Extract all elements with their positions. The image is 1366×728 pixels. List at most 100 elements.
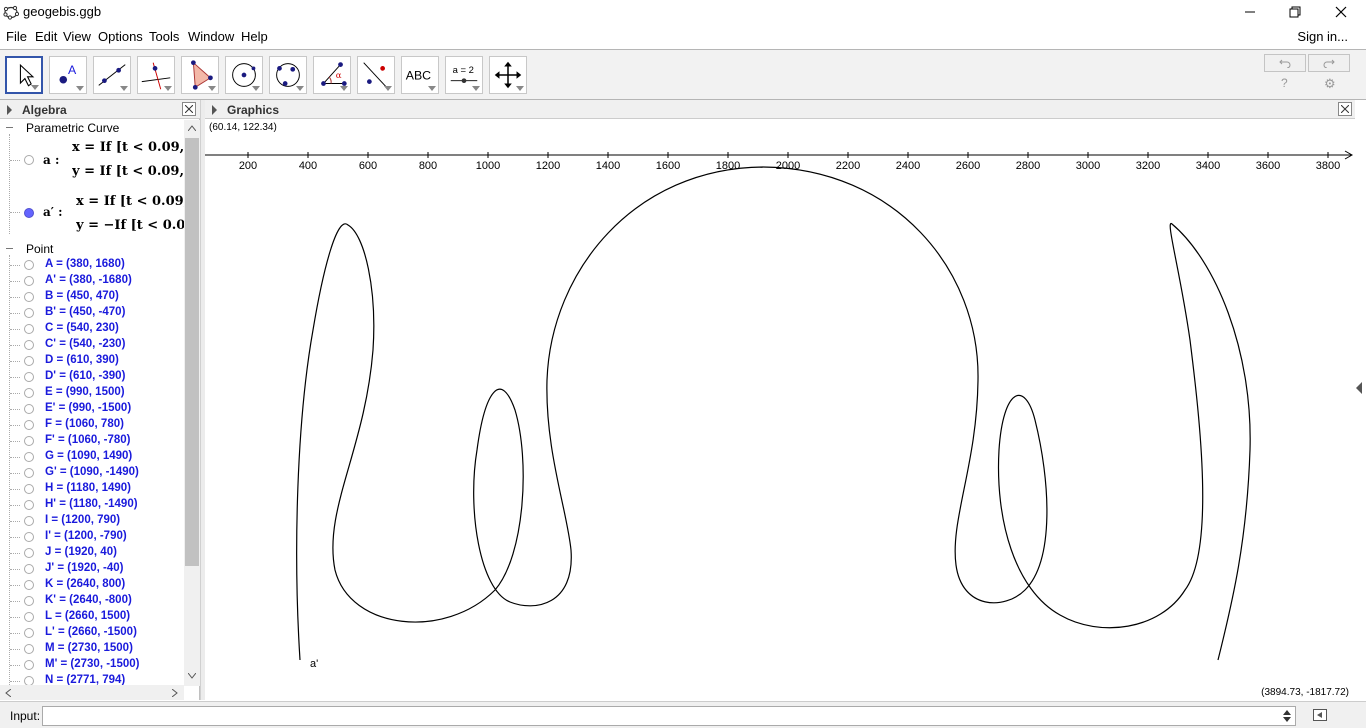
- perpendicular-tool-button[interactable]: [137, 56, 175, 94]
- list-item[interactable]: F' = (1060, -780): [0, 433, 184, 449]
- list-item[interactable]: K' = (2640, -800): [0, 593, 184, 609]
- help-icon[interactable]: ?: [1281, 76, 1288, 90]
- visibility-toggle[interactable]: [24, 155, 34, 165]
- collapse-icon[interactable]: [5, 244, 14, 253]
- list-item[interactable]: C = (540, 230): [0, 321, 184, 337]
- list-item[interactable]: D' = (610, -390): [0, 369, 184, 385]
- list-item[interactable]: E = (990, 1500): [0, 385, 184, 401]
- collapse-icon[interactable]: [5, 123, 14, 132]
- menu-file[interactable]: File: [6, 29, 27, 44]
- visibility-toggle[interactable]: [24, 292, 34, 302]
- visibility-toggle[interactable]: [24, 404, 34, 414]
- expand-arrow-icon[interactable]: [212, 105, 217, 115]
- graphics-panel[interactable]: Graphics (60.14, 122.34) 200 400 600 800 100…: [205, 100, 1355, 700]
- visibility-toggle[interactable]: [24, 596, 34, 606]
- visibility-toggle[interactable]: [24, 356, 34, 366]
- move-tool-button[interactable]: [5, 56, 43, 94]
- list-item[interactable]: I' = (1200, -790): [0, 529, 184, 545]
- circle-three-points-tool-button[interactable]: [269, 56, 307, 94]
- list-item[interactable]: G' = (1090, -1490): [0, 465, 184, 481]
- visibility-toggle[interactable]: [24, 208, 34, 218]
- group-point[interactable]: Point: [0, 241, 184, 257]
- visibility-toggle[interactable]: [24, 420, 34, 430]
- list-item[interactable]: J = (1920, 40): [0, 545, 184, 561]
- menu-edit[interactable]: Edit: [35, 29, 57, 44]
- list-item[interactable]: I = (1200, 790): [0, 513, 184, 529]
- visibility-toggle[interactable]: [24, 468, 34, 478]
- list-item[interactable]: B' = (450, -470): [0, 305, 184, 321]
- collapse-right-arrow-icon[interactable]: [1356, 382, 1362, 394]
- polygon-tool-button[interactable]: [181, 56, 219, 94]
- scroll-right-icon[interactable]: [172, 689, 178, 697]
- close-graphics-button[interactable]: [1338, 102, 1352, 116]
- visibility-toggle[interactable]: [24, 644, 34, 654]
- restore-button[interactable]: [1272, 0, 1318, 24]
- move-graphics-tool-button[interactable]: [489, 56, 527, 94]
- visibility-toggle[interactable]: [24, 484, 34, 494]
- curve-a-prime[interactable]: [296, 166, 1251, 661]
- visibility-toggle[interactable]: [24, 660, 34, 670]
- list-item[interactable]: C' = (540, -230): [0, 337, 184, 353]
- visibility-toggle[interactable]: [24, 548, 34, 558]
- slider-tool-button[interactable]: a = 2: [445, 56, 483, 94]
- group-parametric-curve[interactable]: Parametric Curve: [0, 120, 184, 136]
- list-item[interactable]: D = (610, 390): [0, 353, 184, 369]
- menu-window[interactable]: Window: [188, 29, 234, 44]
- close-window-button[interactable]: [1318, 0, 1364, 24]
- expand-arrow-icon[interactable]: [7, 105, 12, 115]
- menu-help[interactable]: Help: [241, 29, 268, 44]
- angle-tool-button[interactable]: α: [313, 56, 351, 94]
- scroll-thumb[interactable]: [185, 138, 199, 566]
- list-item[interactable]: M = (2730, 1500): [0, 641, 184, 657]
- list-item[interactable]: H = (1180, 1490): [0, 481, 184, 497]
- list-item[interactable]: M' = (2730, -1500): [0, 657, 184, 673]
- scroll-down-icon[interactable]: [188, 673, 196, 679]
- menu-view[interactable]: View: [63, 29, 91, 44]
- visibility-toggle[interactable]: [24, 532, 34, 542]
- list-item[interactable]: J' = (1920, -40): [0, 561, 184, 577]
- close-algebra-button[interactable]: [182, 102, 196, 116]
- scroll-left-icon[interactable]: [5, 689, 11, 697]
- minimize-button[interactable]: [1227, 0, 1273, 24]
- menu-tools[interactable]: Tools: [149, 29, 179, 44]
- keyboard-toggle-icon[interactable]: [1313, 709, 1327, 721]
- algebra-horizontal-scrollbar[interactable]: [0, 685, 184, 700]
- visibility-toggle[interactable]: [24, 436, 34, 446]
- text-tool-button[interactable]: ABC: [401, 56, 439, 94]
- list-item[interactable]: L = (2660, 1500): [0, 609, 184, 625]
- gear-icon[interactable]: ⚙: [1324, 76, 1336, 92]
- visibility-toggle[interactable]: [24, 340, 34, 350]
- graphics-canvas[interactable]: 200 400 600 800 1000 1200 1400 1600 1800 2000 2200…: [205, 120, 1355, 700]
- input-field[interactable]: [42, 706, 1296, 726]
- list-item[interactable]: B = (450, 470): [0, 289, 184, 305]
- list-item[interactable]: A' = (380, -1680): [0, 273, 184, 289]
- undo-button[interactable]: [1264, 54, 1306, 72]
- visibility-toggle[interactable]: [24, 516, 34, 526]
- visibility-toggle[interactable]: [24, 372, 34, 382]
- visibility-toggle[interactable]: [24, 580, 34, 590]
- visibility-toggle[interactable]: [24, 500, 34, 510]
- menu-options[interactable]: Options: [98, 29, 143, 44]
- visibility-toggle[interactable]: [24, 564, 34, 574]
- visibility-toggle[interactable]: [24, 628, 34, 638]
- visibility-toggle[interactable]: [24, 388, 34, 398]
- list-item[interactable]: G = (1090, 1490): [0, 449, 184, 465]
- input-history-arrows-icon[interactable]: [1283, 710, 1291, 722]
- list-item[interactable]: A = (380, 1680): [0, 257, 184, 273]
- visibility-toggle[interactable]: [24, 260, 34, 270]
- list-item[interactable]: H' = (1180, -1490): [0, 497, 184, 513]
- redo-button[interactable]: [1308, 54, 1350, 72]
- visibility-toggle[interactable]: [24, 276, 34, 286]
- sign-in-link[interactable]: Sign in...: [1297, 29, 1348, 44]
- visibility-toggle[interactable]: [24, 308, 34, 318]
- visibility-toggle[interactable]: [24, 612, 34, 622]
- list-item[interactable]: K = (2640, 800): [0, 577, 184, 593]
- curve-a-row[interactable]: a : x = If [t < 0.09, 1 y = If [t < 0.09…: [0, 138, 184, 188]
- list-item[interactable]: F = (1060, 780): [0, 417, 184, 433]
- visibility-toggle[interactable]: [24, 324, 34, 334]
- scroll-up-icon[interactable]: [188, 125, 196, 131]
- algebra-vertical-scrollbar[interactable]: [184, 120, 200, 686]
- point-tool-button[interactable]: A: [49, 56, 87, 94]
- list-item[interactable]: E' = (990, -1500): [0, 401, 184, 417]
- curve-a-prime-row[interactable]: a′ : x = If [t < 0.09, 1 y = −If [t < 0.…: [0, 192, 184, 242]
